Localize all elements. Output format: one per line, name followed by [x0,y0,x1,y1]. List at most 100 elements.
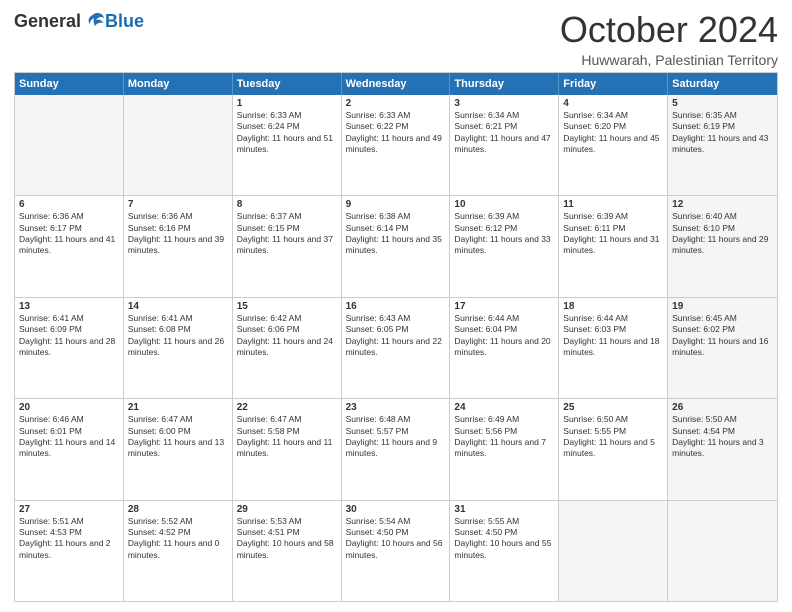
logo-general-text: General [14,11,81,32]
cell-info: Sunrise: 6:47 AM Sunset: 5:58 PM Dayligh… [237,414,337,460]
cal-cell: 3Sunrise: 6:34 AM Sunset: 6:21 PM Daylig… [450,95,559,195]
day-number: 1 [237,98,337,109]
cell-info: Sunrise: 6:47 AM Sunset: 6:00 PM Dayligh… [128,414,228,460]
cal-cell: 13Sunrise: 6:41 AM Sunset: 6:09 PM Dayli… [15,298,124,398]
day-number: 13 [19,301,119,312]
cell-info: Sunrise: 6:45 AM Sunset: 6:02 PM Dayligh… [672,313,773,359]
cell-info: Sunrise: 6:33 AM Sunset: 6:22 PM Dayligh… [346,110,446,156]
cal-cell: 14Sunrise: 6:41 AM Sunset: 6:08 PM Dayli… [124,298,233,398]
cal-cell: 30Sunrise: 5:54 AM Sunset: 4:50 PM Dayli… [342,501,451,601]
day-number: 21 [128,402,228,413]
day-number: 8 [237,199,337,210]
cal-cell [559,501,668,601]
day-number: 30 [346,504,446,515]
cal-cell: 18Sunrise: 6:44 AM Sunset: 6:03 PM Dayli… [559,298,668,398]
cell-info: Sunrise: 6:37 AM Sunset: 6:15 PM Dayligh… [237,211,337,257]
cell-info: Sunrise: 6:35 AM Sunset: 6:19 PM Dayligh… [672,110,773,156]
cell-info: Sunrise: 6:39 AM Sunset: 6:11 PM Dayligh… [563,211,663,257]
cell-info: Sunrise: 6:46 AM Sunset: 6:01 PM Dayligh… [19,414,119,460]
day-number: 20 [19,402,119,413]
cell-info: Sunrise: 6:49 AM Sunset: 5:56 PM Dayligh… [454,414,554,460]
cell-info: Sunrise: 6:33 AM Sunset: 6:24 PM Dayligh… [237,110,337,156]
day-number: 5 [672,98,773,109]
header: General Blue October 2024 Huwwarah, Pale… [14,10,778,68]
cal-header-tuesday: Tuesday [233,73,342,95]
cell-info: Sunrise: 5:50 AM Sunset: 4:54 PM Dayligh… [672,414,773,460]
cal-week-1: 1Sunrise: 6:33 AM Sunset: 6:24 PM Daylig… [15,95,777,195]
calendar-body: 1Sunrise: 6:33 AM Sunset: 6:24 PM Daylig… [15,95,777,601]
day-number: 12 [672,199,773,210]
page: General Blue October 2024 Huwwarah, Pale… [0,0,792,612]
calendar: SundayMondayTuesdayWednesdayThursdayFrid… [14,72,778,602]
day-number: 17 [454,301,554,312]
logo-blue-text: Blue [105,11,144,32]
cal-cell: 8Sunrise: 6:37 AM Sunset: 6:15 PM Daylig… [233,196,342,296]
day-number: 28 [128,504,228,515]
cal-cell: 31Sunrise: 5:55 AM Sunset: 4:50 PM Dayli… [450,501,559,601]
day-number: 27 [19,504,119,515]
cell-info: Sunrise: 6:36 AM Sunset: 6:16 PM Dayligh… [128,211,228,257]
cell-info: Sunrise: 6:48 AM Sunset: 5:57 PM Dayligh… [346,414,446,460]
cell-info: Sunrise: 5:52 AM Sunset: 4:52 PM Dayligh… [128,516,228,562]
day-number: 4 [563,98,663,109]
cal-cell: 10Sunrise: 6:39 AM Sunset: 6:12 PM Dayli… [450,196,559,296]
day-number: 31 [454,504,554,515]
day-number: 23 [346,402,446,413]
day-number: 3 [454,98,554,109]
cal-header-monday: Monday [124,73,233,95]
cal-cell: 29Sunrise: 5:53 AM Sunset: 4:51 PM Dayli… [233,501,342,601]
cal-week-4: 20Sunrise: 6:46 AM Sunset: 6:01 PM Dayli… [15,398,777,499]
cell-info: Sunrise: 6:38 AM Sunset: 6:14 PM Dayligh… [346,211,446,257]
cal-header-thursday: Thursday [450,73,559,95]
cell-info: Sunrise: 6:44 AM Sunset: 6:03 PM Dayligh… [563,313,663,359]
cal-cell: 16Sunrise: 6:43 AM Sunset: 6:05 PM Dayli… [342,298,451,398]
cal-week-5: 27Sunrise: 5:51 AM Sunset: 4:53 PM Dayli… [15,500,777,601]
cal-cell [124,95,233,195]
day-number: 19 [672,301,773,312]
cal-week-3: 13Sunrise: 6:41 AM Sunset: 6:09 PM Dayli… [15,297,777,398]
day-number: 15 [237,301,337,312]
day-number: 7 [128,199,228,210]
location: Huwwarah, Palestinian Territory [560,52,778,68]
day-number: 2 [346,98,446,109]
cal-cell: 9Sunrise: 6:38 AM Sunset: 6:14 PM Daylig… [342,196,451,296]
cal-cell: 2Sunrise: 6:33 AM Sunset: 6:22 PM Daylig… [342,95,451,195]
cal-cell: 23Sunrise: 6:48 AM Sunset: 5:57 PM Dayli… [342,399,451,499]
day-number: 6 [19,199,119,210]
day-number: 24 [454,402,554,413]
day-number: 16 [346,301,446,312]
logo-bird-icon [83,10,105,32]
cell-info: Sunrise: 6:34 AM Sunset: 6:21 PM Dayligh… [454,110,554,156]
cell-info: Sunrise: 5:51 AM Sunset: 4:53 PM Dayligh… [19,516,119,562]
cal-header-saturday: Saturday [668,73,777,95]
cell-info: Sunrise: 6:41 AM Sunset: 6:09 PM Dayligh… [19,313,119,359]
cal-cell [668,501,777,601]
cal-cell: 22Sunrise: 6:47 AM Sunset: 5:58 PM Dayli… [233,399,342,499]
cal-cell: 11Sunrise: 6:39 AM Sunset: 6:11 PM Dayli… [559,196,668,296]
logo-text: General Blue [14,10,144,32]
cal-cell: 4Sunrise: 6:34 AM Sunset: 6:20 PM Daylig… [559,95,668,195]
cal-header-sunday: Sunday [15,73,124,95]
day-number: 14 [128,301,228,312]
month-title: October 2024 [560,10,778,50]
cell-info: Sunrise: 5:54 AM Sunset: 4:50 PM Dayligh… [346,516,446,562]
cal-cell [15,95,124,195]
cal-cell: 20Sunrise: 6:46 AM Sunset: 6:01 PM Dayli… [15,399,124,499]
cal-cell: 21Sunrise: 6:47 AM Sunset: 6:00 PM Dayli… [124,399,233,499]
logo: General Blue [14,10,144,32]
day-number: 25 [563,402,663,413]
cal-cell: 5Sunrise: 6:35 AM Sunset: 6:19 PM Daylig… [668,95,777,195]
cal-cell: 6Sunrise: 6:36 AM Sunset: 6:17 PM Daylig… [15,196,124,296]
day-number: 11 [563,199,663,210]
cal-header-friday: Friday [559,73,668,95]
cell-info: Sunrise: 6:42 AM Sunset: 6:06 PM Dayligh… [237,313,337,359]
cal-cell: 17Sunrise: 6:44 AM Sunset: 6:04 PM Dayli… [450,298,559,398]
cal-header-wednesday: Wednesday [342,73,451,95]
day-number: 22 [237,402,337,413]
cell-info: Sunrise: 6:50 AM Sunset: 5:55 PM Dayligh… [563,414,663,460]
cal-cell: 25Sunrise: 6:50 AM Sunset: 5:55 PM Dayli… [559,399,668,499]
cell-info: Sunrise: 6:43 AM Sunset: 6:05 PM Dayligh… [346,313,446,359]
cal-cell: 27Sunrise: 5:51 AM Sunset: 4:53 PM Dayli… [15,501,124,601]
cell-info: Sunrise: 6:41 AM Sunset: 6:08 PM Dayligh… [128,313,228,359]
cal-cell: 19Sunrise: 6:45 AM Sunset: 6:02 PM Dayli… [668,298,777,398]
